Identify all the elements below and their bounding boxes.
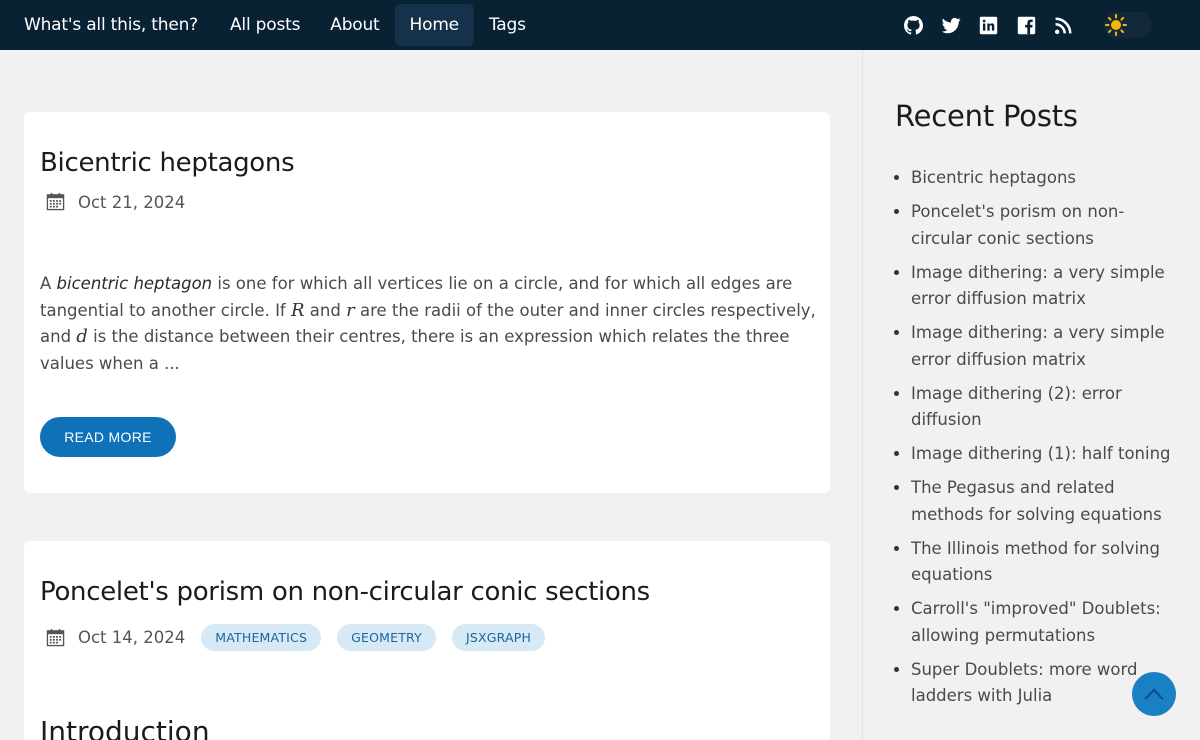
recent-post-link[interactable]: Carroll's "improved" Doublets: allowing … (911, 596, 1181, 649)
nav-link-all-posts[interactable]: All posts (215, 4, 315, 46)
calendar-icon (46, 628, 66, 648)
recent-post-link[interactable]: The Pegasus and related methods for solv… (911, 475, 1181, 528)
read-more-button[interactable]: READ MORE (40, 417, 176, 457)
github-icon[interactable] (903, 14, 925, 36)
recent-posts-list: Bicentric heptagons Poncelet's porism on… (911, 165, 1181, 717)
nav-link-tags[interactable]: Tags (474, 4, 541, 46)
sidebar-divider (862, 50, 863, 740)
recent-post-link[interactable]: The Illinois method for solving equation… (911, 536, 1181, 589)
twitter-icon[interactable] (940, 14, 962, 36)
recent-post-link[interactable]: Image dithering: a very simple error dif… (911, 260, 1181, 313)
recent-post-link[interactable]: Image dithering: a very simple error dif… (911, 320, 1181, 373)
scroll-to-top-button[interactable] (1132, 672, 1176, 716)
tag-geometry[interactable]: GEOMETRY (337, 624, 436, 651)
recent-post-link[interactable]: Image dithering (1): half toning (911, 441, 1181, 468)
post-card: Bicentric heptagons Oct 21, 2024 A bicen… (24, 112, 830, 493)
social-links (903, 0, 1200, 50)
rss-icon[interactable] (1053, 14, 1075, 36)
tag-jsxgraph[interactable]: JSXGRAPH (451, 624, 546, 651)
post-excerpt: A bicentric heptagon is one for which al… (40, 274, 816, 373)
post-date: Oct 14, 2024 (78, 628, 186, 647)
top-navbar: What's all this, then? All posts About H… (0, 0, 1200, 50)
sidebar-title: Recent Posts (895, 99, 1078, 133)
recent-post-link[interactable]: Bicentric heptagons (911, 165, 1181, 192)
site-brand-link[interactable]: What's all this, then? (9, 4, 213, 46)
post-card: Poncelet's porism on non-circular conic … (24, 541, 830, 740)
sun-icon (1105, 14, 1127, 36)
linkedin-icon[interactable] (978, 14, 1000, 36)
tag-mathematics[interactable]: MATHEMATICS (201, 624, 322, 651)
chevron-up-icon (1144, 688, 1164, 700)
post-date: Oct 21, 2024 (78, 192, 186, 212)
facebook-icon[interactable] (1015, 14, 1037, 36)
calendar-icon (46, 192, 66, 212)
post-meta: Oct 21, 2024 (46, 192, 185, 212)
recent-post-link[interactable]: Poncelet's porism on non-circular conic … (911, 199, 1181, 252)
nav-link-home[interactable]: Home (394, 4, 474, 46)
post-meta: Oct 14, 2024 MATHEMATICS GEOMETRY JSXGRA… (46, 624, 546, 651)
nav-link-about[interactable]: About (315, 4, 394, 46)
recent-post-link[interactable]: Image dithering (2): error diffusion (911, 381, 1181, 434)
post-title[interactable]: Bicentric heptagons (40, 148, 295, 178)
theme-toggle[interactable] (1104, 12, 1152, 38)
post-title[interactable]: Poncelet's porism on non-circular conic … (40, 577, 650, 607)
post-section-heading: Introduction (40, 715, 210, 740)
